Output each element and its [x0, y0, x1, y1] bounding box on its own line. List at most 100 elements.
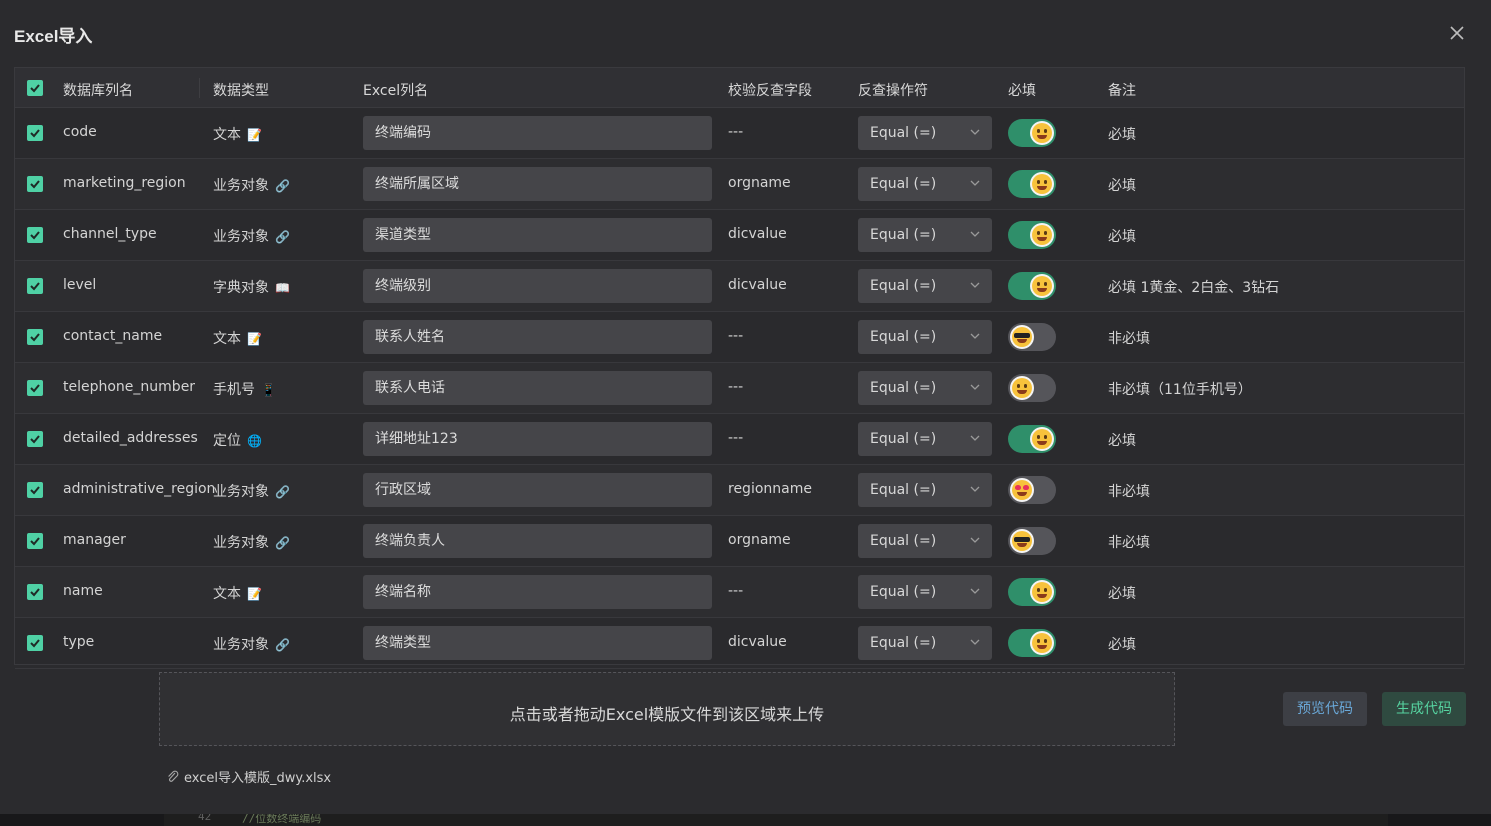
row-checkbox[interactable]: [27, 125, 43, 141]
data-type-label: 业务对象: [213, 229, 269, 245]
data-type-cell: 定位 🌐: [213, 430, 262, 450]
lookup-field: ---: [728, 379, 744, 395]
operator-select[interactable]: Equal (=): [858, 116, 992, 150]
required-toggle[interactable]: [1008, 476, 1056, 504]
required-toggle[interactable]: [1008, 323, 1056, 351]
excel-column-input[interactable]: 行政区域: [363, 473, 712, 507]
generate-code-button[interactable]: 生成代码: [1382, 692, 1466, 726]
column-header-lookup-field: 校验反查字段: [728, 83, 812, 99]
row-checkbox[interactable]: [27, 227, 43, 243]
operator-select[interactable]: Equal (=): [858, 371, 992, 405]
required-toggle[interactable]: [1008, 272, 1056, 300]
row-checkbox[interactable]: [27, 533, 43, 549]
required-toggle[interactable]: [1008, 425, 1056, 453]
data-type-cell: 文本 📝: [213, 583, 262, 603]
required-toggle[interactable]: [1008, 578, 1056, 606]
operator-select[interactable]: Equal (=): [858, 422, 992, 456]
excel-column-input[interactable]: 终端负责人: [363, 524, 712, 558]
link-icon: 🔗: [275, 536, 290, 550]
remark: 非必填: [1108, 331, 1150, 347]
row-checkbox[interactable]: [27, 380, 43, 396]
excel-column-input[interactable]: 终端所属区域: [363, 167, 712, 201]
data-type-label: 文本: [213, 586, 241, 602]
row-checkbox[interactable]: [27, 635, 43, 651]
upload-dropzone[interactable]: 点击或者拖动Excel模版文件到该区域来上传: [159, 672, 1175, 746]
operator-select[interactable]: Equal (=): [858, 269, 992, 303]
column-header-operator: 反查操作符: [858, 83, 928, 99]
chevron-down-icon: [970, 231, 980, 237]
remark: 必填: [1108, 178, 1136, 194]
table-row: marketing_region 业务对象 🔗 终端所属区域 orgname Eq…: [15, 159, 1464, 210]
operator-select[interactable]: Equal (=): [858, 473, 992, 507]
row-checkbox[interactable]: [27, 176, 43, 192]
row-checkbox[interactable]: [27, 584, 43, 600]
chevron-down-icon: [970, 384, 980, 390]
db-column-name: telephone_number: [63, 379, 196, 395]
operator-select[interactable]: Equal (=): [858, 167, 992, 201]
table-row: telephone_number 手机号 📱 联系人电话 --- Equal (=…: [15, 363, 1464, 414]
required-toggle[interactable]: [1008, 170, 1056, 198]
excel-column-input[interactable]: 终端名称: [363, 575, 712, 609]
data-type-cell: 文本 📝: [213, 328, 262, 348]
operator-value: Equal (=): [870, 635, 937, 651]
excel-column-input[interactable]: 联系人姓名: [363, 320, 712, 354]
excel-column-input[interactable]: 终端级别: [363, 269, 712, 303]
required-toggle[interactable]: [1008, 221, 1056, 249]
operator-select[interactable]: Equal (=): [858, 626, 992, 660]
data-type-label: 定位: [213, 433, 241, 449]
data-type-label: 业务对象: [213, 178, 269, 194]
upload-hint: 点击或者拖动Excel模版文件到该区域来上传: [509, 705, 825, 724]
operator-select[interactable]: Equal (=): [858, 218, 992, 252]
column-divider: [199, 78, 200, 98]
table-row: administrative_region 业务对象 🔗 行政区域 regionn…: [15, 465, 1464, 516]
remark: 必填: [1108, 586, 1136, 602]
db-column-name: code: [63, 124, 97, 140]
row-checkbox[interactable]: [27, 482, 43, 498]
operator-value: Equal (=): [870, 584, 937, 600]
operator-value: Equal (=): [870, 125, 937, 141]
uploaded-file-link[interactable]: excel导入模版_dwy.xlsx: [166, 767, 331, 788]
chevron-down-icon: [970, 537, 980, 543]
emoji-face-icon: [1010, 325, 1034, 349]
excel-column-input[interactable]: 终端编码: [363, 116, 712, 150]
select-all-checkbox[interactable]: [27, 80, 43, 96]
preview-code-button[interactable]: 预览代码: [1283, 692, 1367, 726]
data-type-label: 业务对象: [213, 535, 269, 551]
memo-icon: 📝: [247, 587, 262, 601]
chevron-down-icon: [970, 180, 980, 186]
required-toggle[interactable]: [1008, 629, 1056, 657]
required-toggle[interactable]: [1008, 119, 1056, 147]
lookup-field: dicvalue: [728, 277, 787, 293]
required-toggle[interactable]: [1008, 527, 1056, 555]
excel-column-input[interactable]: 详细地址123: [363, 422, 712, 456]
operator-select[interactable]: Equal (=): [858, 575, 992, 609]
excel-column-input[interactable]: 终端类型: [363, 626, 712, 660]
link-icon: 🔗: [275, 485, 290, 499]
data-type-label: 业务对象: [213, 637, 269, 653]
remark: 必填: [1108, 637, 1136, 653]
lookup-field: dicvalue: [728, 226, 787, 242]
dialog-title: Excel导入: [14, 27, 93, 46]
required-toggle[interactable]: [1008, 374, 1056, 402]
row-checkbox[interactable]: [27, 278, 43, 294]
table-row: channel_type 业务对象 🔗 渠道类型 dicvalue Equal (…: [15, 210, 1464, 261]
data-type-cell: 手机号 📱: [213, 379, 276, 399]
lookup-field: ---: [728, 430, 744, 446]
close-icon[interactable]: [1446, 22, 1468, 44]
lookup-field: ---: [728, 583, 744, 599]
row-checkbox[interactable]: [27, 329, 43, 345]
db-column-name: marketing_region: [63, 175, 186, 191]
operator-select[interactable]: Equal (=): [858, 524, 992, 558]
table-row: contact_name 文本 📝 联系人姓名 --- Equal (=) 非必填: [15, 312, 1464, 363]
excel-column-input[interactable]: 渠道类型: [363, 218, 712, 252]
operator-value: Equal (=): [870, 380, 937, 396]
operator-value: Equal (=): [870, 533, 937, 549]
line-number: 42: [198, 814, 212, 823]
db-column-name: level: [63, 277, 97, 293]
emoji-face-icon: [1030, 172, 1054, 196]
excel-column-input[interactable]: 联系人电话: [363, 371, 712, 405]
emoji-face-icon: [1010, 478, 1034, 502]
operator-select[interactable]: Equal (=): [858, 320, 992, 354]
link-icon: 🔗: [275, 179, 290, 193]
row-checkbox[interactable]: [27, 431, 43, 447]
